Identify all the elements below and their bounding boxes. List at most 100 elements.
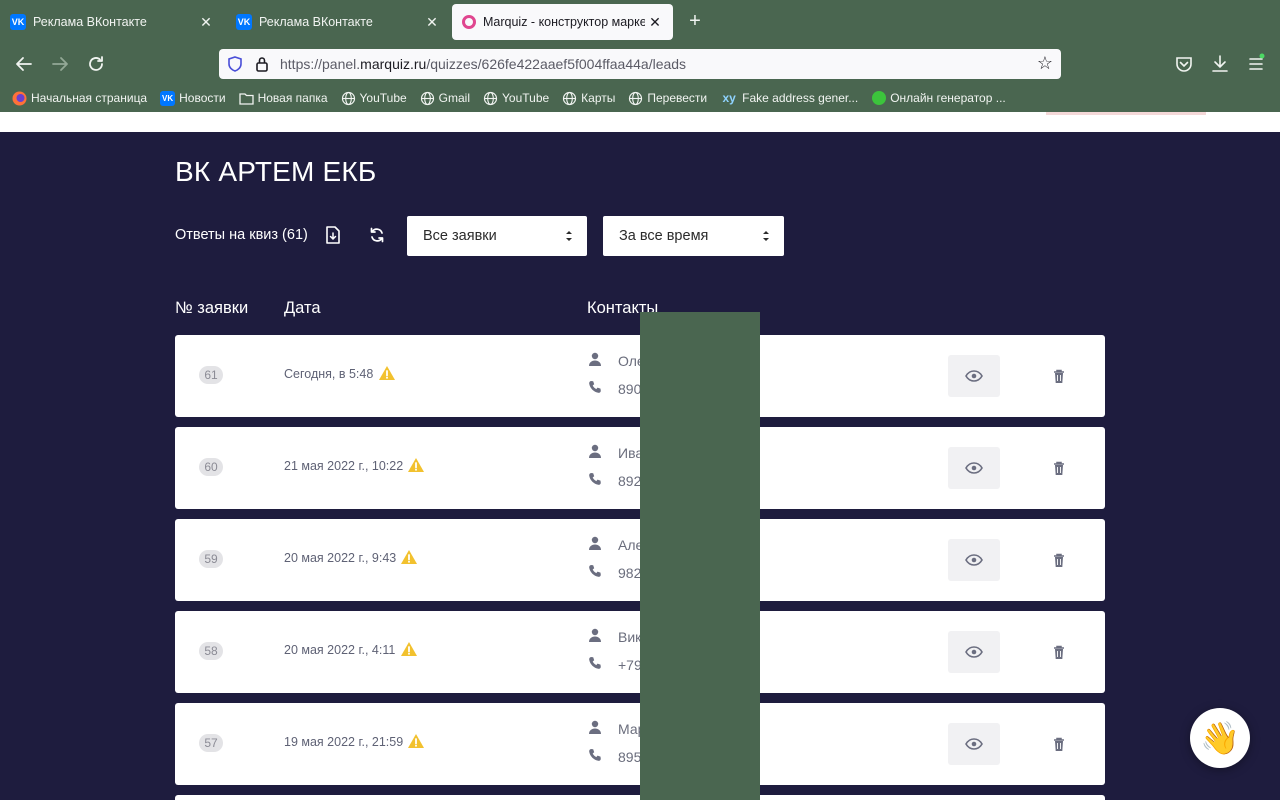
delete-lead-button[interactable] — [1049, 550, 1069, 570]
lead-name: Вик — [618, 629, 642, 645]
header-button-edge[interactable] — [1046, 112, 1206, 115]
folder-icon — [238, 91, 254, 106]
bookmark-item[interactable]: Gmail — [420, 91, 470, 106]
bookmark-item[interactable]: Карты — [562, 91, 615, 106]
browser-tab-bar: VK Реклама ВКонтакте ✕ VK Реклама ВКонта… — [0, 0, 1280, 44]
export-file-icon[interactable] — [322, 224, 344, 246]
leads-page: ВК АРТЕМ ЕКБ Ответы на квиз (61) Все зая… — [0, 132, 1280, 800]
phone-icon — [589, 381, 601, 393]
lead-date: 20 мая 2022 г., 4:11 — [284, 643, 396, 657]
answers-count-label: Ответы на квиз (61) — [175, 227, 308, 243]
view-lead-button[interactable] — [948, 723, 1000, 765]
eye-icon — [965, 370, 983, 382]
lead-phone: 890 — [618, 381, 642, 397]
warning-icon — [408, 734, 424, 748]
download-icon[interactable] — [1209, 53, 1231, 75]
view-lead-button[interactable] — [948, 631, 1000, 673]
eye-icon — [965, 738, 983, 750]
close-icon[interactable]: ✕ — [424, 14, 440, 31]
person-icon — [589, 444, 601, 458]
browser-nav-bar: https://panel.marquiz.ru/quizzes/626fe42… — [0, 44, 1280, 84]
close-icon[interactable]: ✕ — [647, 14, 663, 31]
bookmark-item[interactable]: xy Fake address gener... — [720, 91, 858, 106]
page-title: ВК АРТЕМ ЕКБ — [175, 156, 377, 187]
lead-date: 21 мая 2022 г., 10:22 — [284, 459, 404, 473]
redaction-block — [640, 312, 760, 800]
marquiz-icon — [462, 15, 476, 29]
period-filter-select[interactable]: За все время — [603, 216, 784, 256]
lead-date: Сегодня, в 5:48 — [284, 367, 374, 381]
eye-icon — [965, 554, 983, 566]
phone-icon — [589, 749, 601, 761]
bookmark-item[interactable]: YouTube — [341, 91, 407, 106]
globe-icon — [628, 91, 643, 106]
delete-lead-button[interactable] — [1049, 366, 1069, 386]
column-header-number: № заявки — [175, 299, 249, 317]
person-icon — [589, 352, 601, 366]
column-header-date: Дата — [284, 299, 321, 317]
view-lead-button[interactable] — [948, 447, 1000, 489]
new-tab-button[interactable]: + — [684, 10, 706, 32]
bookmark-item[interactable]: Новая папка — [238, 91, 328, 106]
phone-icon — [589, 565, 601, 577]
tab-title: Реклама ВКонтакте — [259, 15, 373, 29]
bookmark-item[interactable]: Перевести — [628, 91, 707, 106]
reload-icon[interactable] — [84, 52, 108, 76]
delete-lead-button[interactable] — [1049, 642, 1069, 662]
trash-icon — [1054, 369, 1064, 383]
globe-icon — [420, 91, 435, 106]
chat-widget-button[interactable]: 👋 — [1190, 708, 1250, 768]
person-icon — [589, 720, 601, 734]
warning-icon — [408, 458, 424, 472]
bookmarks-bar: Начальная страница VK Новости Новая папк… — [0, 84, 1280, 112]
eye-icon — [965, 462, 983, 474]
vk-icon: VK — [236, 14, 252, 30]
browser-tab-2[interactable]: VK Реклама ВКонтакте ✕ — [226, 4, 450, 40]
lock-icon[interactable] — [255, 55, 269, 73]
address-bar[interactable]: https://panel.marquiz.ru/quizzes/626fe42… — [219, 49, 1061, 79]
delete-lead-button[interactable] — [1049, 734, 1069, 754]
trash-icon — [1054, 737, 1064, 751]
lead-phone: 895 — [618, 749, 642, 765]
refresh-icon[interactable] — [366, 224, 388, 246]
lead-number-badge: 57 — [199, 734, 223, 752]
vk-icon: VK — [160, 90, 176, 106]
bookmark-item[interactable]: YouTube — [483, 91, 549, 106]
back-arrow-icon[interactable] — [12, 52, 36, 76]
close-icon[interactable]: ✕ — [198, 14, 214, 31]
browser-tab-3[interactable]: Marquiz - конструктор маркети ✕ — [452, 4, 673, 40]
lead-phone: 892 — [618, 473, 642, 489]
phone-icon — [589, 657, 601, 669]
bookmark-item[interactable]: Онлайн генератор ... — [871, 91, 1006, 106]
url-text[interactable]: https://panel.marquiz.ru/quizzes/626fe42… — [280, 56, 686, 72]
trash-icon — [1054, 553, 1064, 567]
eye-icon — [965, 646, 983, 658]
select-arrows-icon — [763, 231, 769, 241]
delete-lead-button[interactable] — [1049, 458, 1069, 478]
lead-number-badge: 58 — [199, 642, 223, 660]
globe-icon — [562, 91, 577, 106]
lead-number-badge: 61 — [199, 366, 223, 384]
lead-phone: +79 — [618, 657, 642, 673]
person-icon — [589, 628, 601, 642]
view-lead-button[interactable] — [948, 539, 1000, 581]
bookmark-item[interactable]: VK Новости — [160, 90, 226, 106]
lead-phone: 982 — [618, 565, 642, 581]
star-icon[interactable]: ☆ — [1037, 53, 1053, 74]
page-header-strip — [0, 112, 1280, 132]
status-filter-select[interactable]: Все заявки — [407, 216, 587, 256]
shield-icon[interactable] — [228, 56, 242, 72]
globe-icon — [341, 91, 356, 106]
pocket-icon[interactable] — [1173, 53, 1195, 75]
globe-icon — [483, 91, 498, 106]
browser-tab-1[interactable]: VK Реклама ВКонтакте ✕ — [0, 4, 224, 40]
menu-icon[interactable] — [1245, 53, 1267, 75]
person-icon — [589, 536, 601, 550]
forward-arrow-icon[interactable] — [48, 52, 72, 76]
view-lead-button[interactable] — [948, 355, 1000, 397]
warning-icon — [401, 642, 417, 656]
warning-icon — [379, 366, 395, 380]
tab-title: Marquiz - конструктор маркети — [483, 15, 645, 29]
bookmark-item[interactable]: Начальная страница — [12, 91, 147, 106]
firefox-icon — [12, 91, 27, 106]
